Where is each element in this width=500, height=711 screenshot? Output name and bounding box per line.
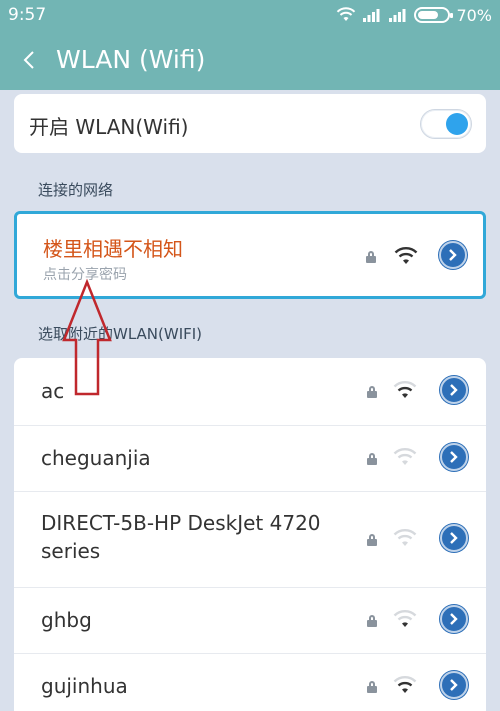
battery-percent: 70% — [456, 5, 492, 25]
battery-icon — [414, 7, 454, 23]
lock-icon — [367, 615, 377, 627]
network-row-cheguanjia[interactable]: cheguanjia — [14, 426, 486, 492]
chevron-right-icon — [449, 249, 457, 261]
network-name: cheguanjia — [41, 446, 151, 470]
lock-icon — [367, 386, 377, 398]
status-icons: 70% — [336, 4, 492, 26]
network-name: DIRECT-5B-HP DeskJet 4720 series — [41, 511, 321, 563]
nearby-network-list: ac cheguanjia DIRECT-5B-HP DeskJet 4720 … — [14, 358, 486, 711]
wlan-toggle-row[interactable]: 开启 WLAN(Wifi) — [14, 94, 486, 153]
signal-icon-2 — [389, 9, 406, 22]
network-row-gujinhua[interactable]: gujinhua — [14, 654, 486, 711]
network-row-direct-5b-hp[interactable]: DIRECT-5B-HP DeskJet 4720 series — [14, 492, 486, 588]
chevron-right-icon — [450, 613, 458, 625]
network-details-button[interactable] — [440, 671, 468, 699]
chevron-right-icon — [450, 532, 458, 544]
network-details-button[interactable] — [440, 524, 468, 552]
lock-icon — [367, 534, 377, 546]
wifi-signal-icon — [394, 247, 418, 264]
back-chevron-icon[interactable] — [18, 48, 42, 72]
page-title: WLAN (Wifi) — [56, 45, 206, 74]
wifi-signal-icon — [393, 610, 417, 627]
network-details-button[interactable] — [439, 241, 467, 269]
network-name: gujinhua — [41, 674, 128, 698]
lock-icon — [367, 681, 377, 693]
network-row-ghbg[interactable]: ghbg — [14, 588, 486, 654]
wifi-signal-icon — [393, 381, 417, 398]
network-name: ghbg — [41, 608, 92, 632]
wifi-status-icon — [337, 7, 356, 21]
toggle-knob — [446, 113, 468, 135]
wlan-toggle-switch[interactable] — [420, 109, 472, 139]
chevron-right-icon — [450, 384, 458, 396]
clock: 9:57 — [8, 5, 47, 25]
annotation-arrow-up-icon — [62, 278, 112, 396]
connected-network-name: 楼里相遇不相知 — [43, 237, 183, 261]
network-details-button[interactable] — [440, 376, 468, 404]
wlan-toggle-label: 开启 WLAN(Wifi) — [29, 115, 189, 139]
lock-icon — [367, 453, 377, 465]
signal-icon-1 — [363, 9, 380, 22]
chevron-right-icon — [450, 679, 458, 691]
wifi-signal-icon — [393, 676, 417, 693]
title-bar: WLAN (Wifi) — [0, 30, 500, 90]
network-details-button[interactable] — [440, 605, 468, 633]
status-bar: 9:57 70% — [0, 0, 500, 30]
network-details-button[interactable] — [440, 443, 468, 471]
connected-section-heading: 连接的网络 — [38, 181, 114, 199]
wifi-signal-icon — [393, 448, 417, 465]
lock-icon — [366, 251, 376, 263]
wifi-signal-icon — [393, 529, 417, 546]
chevron-right-icon — [450, 451, 458, 463]
